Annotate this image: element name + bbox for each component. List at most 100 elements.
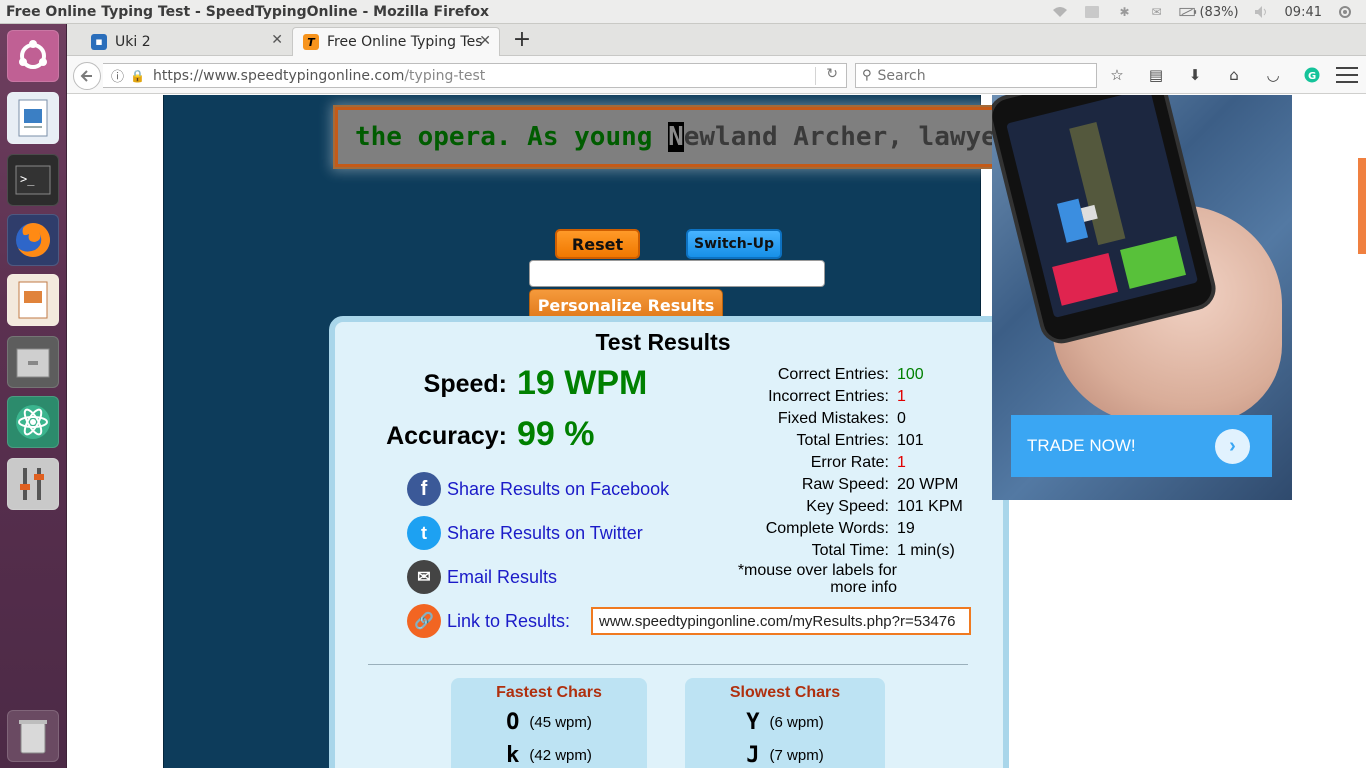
scrollbar[interactable] bbox=[1358, 158, 1366, 254]
fastest-chars-box: Fastest Chars O (45 wpm) k (42 wpm) bbox=[451, 678, 647, 768]
fastest-chars-title: Fastest Chars bbox=[496, 684, 602, 701]
trash-icon[interactable] bbox=[7, 710, 59, 762]
grammarly-icon[interactable]: G bbox=[1302, 65, 1322, 85]
char: k bbox=[506, 743, 520, 768]
accuracy-label[interactable]: Accuracy: bbox=[335, 422, 507, 451]
stat-value: 100 bbox=[897, 366, 924, 383]
results-card: Test Results Speed: 19 WPM Accuracy: 99 … bbox=[329, 316, 1009, 768]
lock-icon[interactable]: 🔒 bbox=[130, 69, 145, 83]
keyboard-icon[interactable] bbox=[1083, 5, 1101, 19]
tab-uki[interactable]: ▪ Uki 2 ✕ bbox=[81, 27, 291, 56]
stat-row: Total Entries: 101 bbox=[735, 430, 985, 452]
window-title: Free Online Typing Test - SpeedTypingOnl… bbox=[6, 3, 490, 20]
reading-list-icon[interactable]: ▤ bbox=[1146, 65, 1166, 85]
stat-label[interactable]: Correct Entries: bbox=[735, 366, 897, 384]
stat-value: 1 min(s) bbox=[897, 542, 955, 559]
share-facebook-link[interactable]: f Share Results on Facebook bbox=[407, 472, 669, 506]
share-twitter-link[interactable]: t Share Results on Twitter bbox=[407, 516, 643, 550]
link-results-label: Link to Results: bbox=[447, 610, 571, 631]
reload-icon[interactable]: ↻ bbox=[826, 66, 838, 82]
address-bar[interactable]: ⓘ 🔒 https://www.speedtypingonline.com/ty… bbox=[103, 63, 847, 88]
speedtyping-favicon-icon: T bbox=[303, 34, 319, 50]
stat-label[interactable]: Key Speed: bbox=[735, 498, 897, 516]
libreoffice-impress-icon[interactable] bbox=[7, 274, 59, 326]
stat-label[interactable]: Fixed Mistakes: bbox=[735, 410, 897, 428]
results-title: Test Results bbox=[595, 329, 731, 355]
stat-label[interactable]: Error Rate: bbox=[735, 454, 897, 472]
envelope-icon: ✉ bbox=[407, 560, 441, 594]
pocket-icon[interactable]: ◡ bbox=[1263, 65, 1283, 85]
results-link-field[interactable]: www.speedtypingonline.com/myResults.php?… bbox=[591, 607, 971, 635]
tab-close-icon[interactable]: ✕ bbox=[271, 32, 283, 48]
site-info-icon[interactable]: ⓘ bbox=[111, 66, 124, 85]
new-tab-button[interactable]: + bbox=[509, 27, 535, 53]
search-input[interactable]: ⚲ Search bbox=[855, 63, 1097, 88]
url-path: /typing-test bbox=[404, 67, 486, 84]
tab-label: Free Online Typing Tes bbox=[327, 34, 483, 50]
terminal-icon[interactable]: >_ bbox=[7, 154, 59, 206]
back-button[interactable] bbox=[73, 62, 101, 90]
battery-percent: (83%) bbox=[1199, 4, 1239, 20]
mail-icon[interactable]: ✉ bbox=[1147, 5, 1165, 19]
link-results-row[interactable]: 🔗 Link to Results: bbox=[407, 604, 570, 638]
speed-label[interactable]: Speed: bbox=[335, 370, 507, 399]
libreoffice-writer-icon[interactable] bbox=[7, 92, 59, 144]
tab-label: Uki 2 bbox=[115, 33, 151, 50]
wifi-icon[interactable] bbox=[1051, 5, 1069, 19]
stat-row: Error Rate: 1 bbox=[735, 452, 985, 474]
stat-value: 101 KPM bbox=[897, 498, 963, 515]
stat-row: Total Time: 1 min(s) bbox=[735, 540, 985, 562]
email-results-link[interactable]: ✉ Email Results bbox=[407, 560, 557, 594]
typing-input[interactable] bbox=[529, 260, 825, 287]
tab-close-icon[interactable]: ✕ bbox=[479, 33, 491, 49]
uki-favicon-icon: ▪ bbox=[91, 33, 107, 50]
tab-typing-test[interactable]: T Free Online Typing Tes ✕ bbox=[292, 27, 500, 56]
ad-phone-screen bbox=[1006, 95, 1199, 318]
indicator-area: ✱ ✉ (83%) 09:41 bbox=[1051, 0, 1366, 24]
settings-gear-icon[interactable] bbox=[1336, 5, 1354, 19]
search-icon: ⚲ bbox=[862, 68, 872, 83]
stat-row: Correct Entries: 100 bbox=[735, 364, 985, 386]
hamburger-menu-icon[interactable] bbox=[1336, 65, 1358, 85]
clock[interactable]: 09:41 bbox=[1285, 5, 1322, 20]
stat-label[interactable]: Incorrect Entries: bbox=[735, 388, 897, 406]
mixer-icon[interactable] bbox=[7, 458, 59, 510]
home-icon[interactable]: ⌂ bbox=[1224, 65, 1244, 85]
slowest-chars-title: Slowest Chars bbox=[729, 684, 841, 701]
battery-icon[interactable] bbox=[1179, 5, 1197, 19]
stat-value: 1 bbox=[897, 454, 906, 471]
twitter-icon: t bbox=[407, 516, 441, 550]
stat-label[interactable]: Total Time: bbox=[735, 542, 897, 560]
bluetooth-icon[interactable]: ✱ bbox=[1115, 5, 1133, 19]
stats-note: *mouse over labels for more info bbox=[737, 562, 897, 596]
stat-label[interactable]: Complete Words: bbox=[735, 520, 897, 538]
switch-up-button[interactable]: Switch-Up bbox=[686, 229, 782, 259]
char-row: J (7 wpm) bbox=[685, 743, 885, 768]
search-placeholder: Search bbox=[877, 67, 926, 84]
reset-button[interactable]: Reset bbox=[555, 229, 640, 259]
advertisement-banner[interactable]: TRADE NOW! › bbox=[992, 95, 1292, 500]
firefox-icon[interactable] bbox=[7, 214, 59, 266]
tab-strip: ▪ Uki 2 ✕ T Free Online Typing Tes ✕ + bbox=[67, 24, 1366, 56]
file-manager-icon[interactable] bbox=[7, 336, 59, 388]
share-twitter-label: Share Results on Twitter bbox=[447, 522, 643, 543]
trade-now-label: TRADE NOW! bbox=[1027, 436, 1136, 455]
stat-value: 19 bbox=[897, 520, 915, 537]
char: O bbox=[506, 710, 520, 735]
trade-now-button[interactable]: TRADE NOW! › bbox=[1011, 415, 1272, 477]
char-wpm: (42 wpm) bbox=[529, 747, 592, 764]
stat-label[interactable]: Raw Speed: bbox=[735, 476, 897, 494]
typing-text-display: the opera. As young Newland Archer, lawy… bbox=[335, 107, 1003, 167]
ubuntu-dash-icon[interactable] bbox=[7, 30, 59, 82]
bookmark-star-icon[interactable]: ☆ bbox=[1107, 65, 1127, 85]
atom-editor-icon[interactable] bbox=[7, 396, 59, 448]
slowest-chars-box: Slowest Chars Y (6 wpm) J (7 wpm) bbox=[685, 678, 885, 768]
toolbar-icons: ☆ ▤ ⬇ ⌂ ◡ G bbox=[1107, 65, 1322, 85]
char-wpm: (6 wpm) bbox=[769, 714, 824, 731]
downloads-icon[interactable]: ⬇ bbox=[1185, 65, 1205, 85]
stat-value: 1 bbox=[897, 388, 906, 405]
volume-icon[interactable] bbox=[1253, 5, 1271, 19]
char-row: Y (6 wpm) bbox=[685, 710, 885, 735]
stat-label[interactable]: Total Entries: bbox=[735, 432, 897, 450]
stat-row: Incorrect Entries: 1 bbox=[735, 386, 985, 408]
